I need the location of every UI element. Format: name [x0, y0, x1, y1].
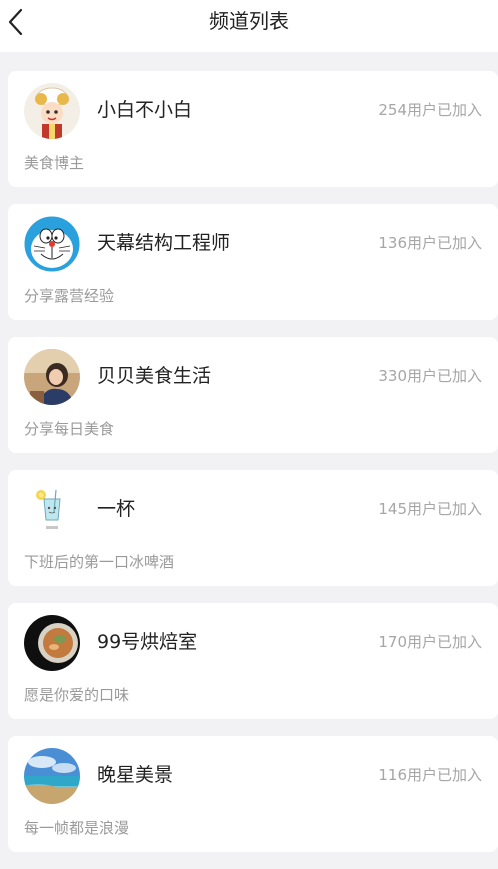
member-count: 170用户已加入 — [378, 633, 482, 651]
channel-description: 美食博主 — [24, 154, 85, 172]
channel-name: 小白不小白 — [97, 99, 193, 121]
seascape-avatar — [24, 748, 80, 804]
channel-name: 一杯 — [97, 498, 136, 520]
channel-list: 小白不小白 254用户已加入 美食博主 天幕结构工程师 136用户已加入 分享露… — [8, 71, 498, 869]
member-count: 116用户已加入 — [378, 766, 482, 784]
food-bowl-avatar — [24, 615, 80, 671]
channel-description: 分享每日美食 — [24, 420, 115, 438]
channel-name: 99号烘焙室 — [97, 631, 198, 653]
member-count: 145用户已加入 — [378, 500, 482, 518]
channel-description: 愿是你爱的口味 — [24, 686, 130, 704]
drink-glass-avatar — [24, 482, 80, 538]
top-nav-bar: 频道列表 — [0, 0, 498, 52]
member-count: 254用户已加入 — [378, 101, 482, 119]
channel-description: 分享露营经验 — [24, 287, 115, 305]
channel-name: 天幕结构工程师 — [97, 232, 231, 254]
channel-card[interactable]: 一杯 145用户已加入 下班后的第一口冰啤酒 — [8, 470, 498, 586]
channel-card[interactable]: 天幕结构工程师 136用户已加入 分享露营经验 — [8, 204, 498, 320]
channel-description: 下班后的第一口冰啤酒 — [24, 553, 175, 571]
channel-name: 贝贝美食生活 — [97, 365, 212, 387]
chef-avatar — [24, 83, 80, 139]
channel-card[interactable]: 贝贝美食生活 330用户已加入 分享每日美食 — [8, 337, 498, 453]
member-count: 330用户已加入 — [378, 367, 482, 385]
member-count: 136用户已加入 — [378, 234, 482, 252]
channel-card[interactable]: 晚星美景 116用户已加入 每一帧都是浪漫 — [8, 736, 498, 852]
page-title: 频道列表 — [209, 9, 289, 33]
channel-name: 晚星美景 — [97, 764, 174, 786]
channel-card[interactable]: 小白不小白 254用户已加入 美食博主 — [8, 71, 498, 187]
doraemon-avatar — [24, 216, 80, 272]
person-photo-avatar — [24, 349, 80, 405]
channel-description: 每一帧都是浪漫 — [24, 819, 130, 837]
channel-card[interactable]: 99号烘焙室 170用户已加入 愿是你爱的口味 — [8, 603, 498, 719]
